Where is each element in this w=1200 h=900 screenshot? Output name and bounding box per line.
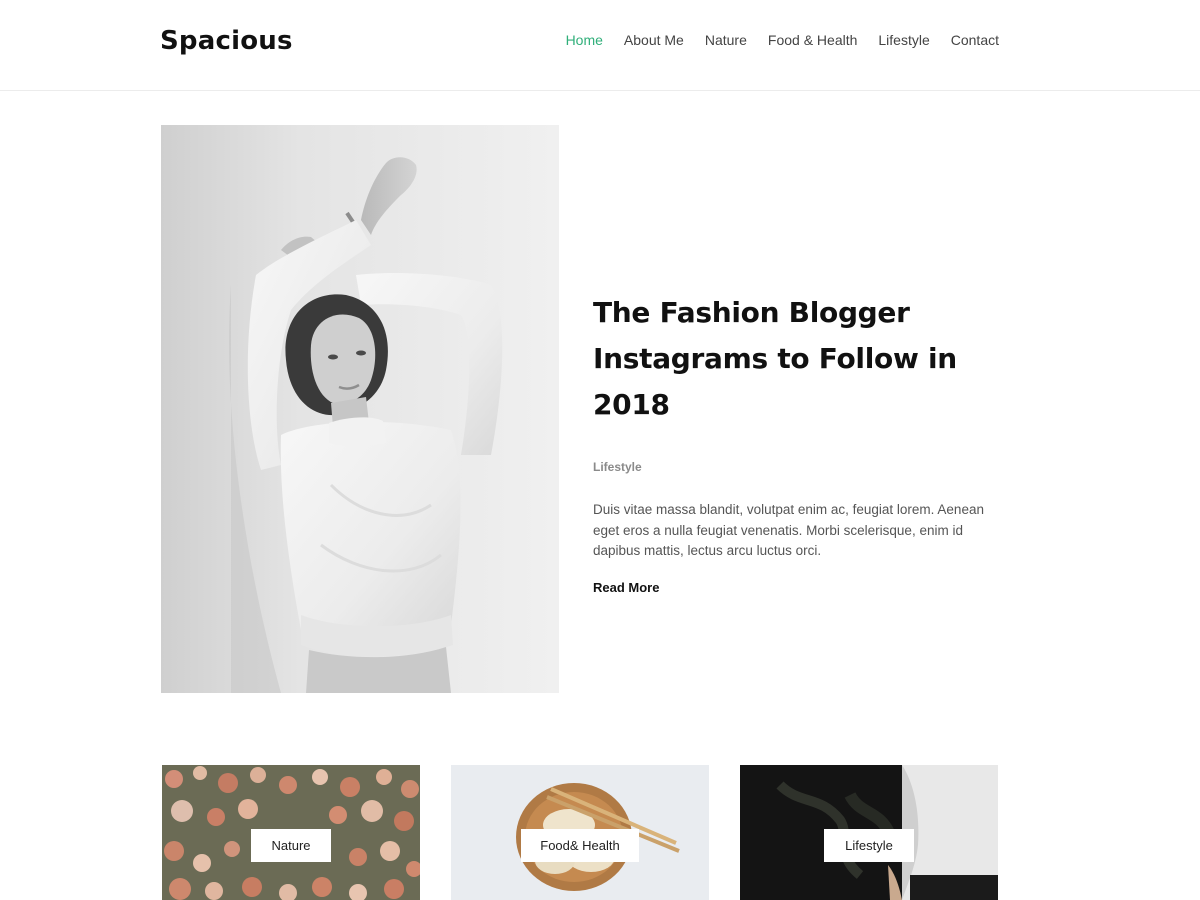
category-card-label[interactable]: Food& Health [521,829,639,862]
featured-post-title[interactable]: The Fashion Blogger Instagrams to Follow… [593,290,1013,428]
category-card-food-health[interactable]: Food& Health [451,765,709,900]
site-header: Spacious Home About Me Nature Food & Hea… [0,0,1200,91]
read-more-link[interactable]: Read More [593,580,659,595]
category-card-label[interactable]: Lifestyle [824,829,914,862]
nav-item-contact[interactable]: Contact [930,31,999,49]
category-card-lifestyle[interactable]: Lifestyle [740,765,998,900]
category-card-label[interactable]: Nature [251,829,331,862]
featured-photo-illustration [161,125,559,693]
featured-post-excerpt: Duis vitae massa blandit, volutpat enim … [593,502,984,558]
featured-post-content: The Fashion Blogger Instagrams to Follow… [593,290,1013,597]
category-card-nature[interactable]: Nature [162,765,420,900]
featured-post-category[interactable]: Lifestyle [593,460,642,474]
nav-item-lifestyle[interactable]: Lifestyle [857,31,929,49]
nav-item-home[interactable]: Home [545,31,603,49]
site-title-link[interactable]: Spacious [160,26,293,56]
nav-item-about-me[interactable]: About Me [603,31,684,49]
main-navigation: Home About Me Nature Food & Health Lifes… [545,31,999,49]
nav-item-nature[interactable]: Nature [684,31,747,49]
nav-item-food-health[interactable]: Food & Health [747,31,858,49]
featured-post-image[interactable] [161,125,559,693]
